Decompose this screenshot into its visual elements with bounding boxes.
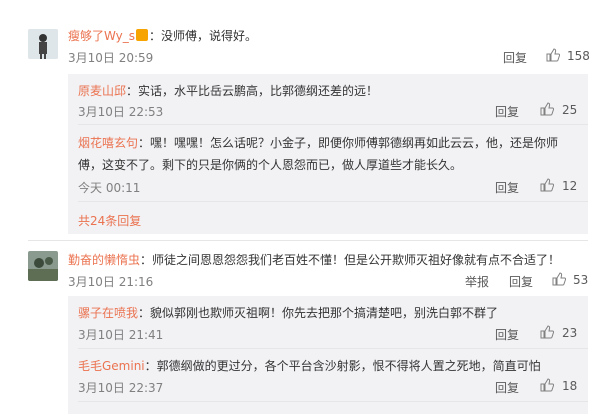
- thumbs-up-icon: [546, 48, 561, 62]
- like-button[interactable]: [546, 48, 561, 65]
- username-link[interactable]: 瘦够了Wy_s: [68, 29, 135, 43]
- like-button[interactable]: [540, 102, 555, 119]
- divider: [28, 240, 588, 241]
- reply-body: 原麦山邱：实话，水平比岳云鹏高，比郭德纲还差的远！: [78, 82, 378, 99]
- user-avatar-icon: [28, 251, 58, 281]
- reply-text: ：郭德纲做的更过分，各个平台含沙射影，恨不得将人置之死地，简直可怕: [144, 359, 541, 373]
- comment-text: ：师徒之间恩恩怨怨我们老百姓不懂！但是公开欺师灭祖好像就有点不合适了！: [140, 253, 561, 267]
- reply-button[interactable]: 回复: [495, 179, 519, 196]
- username-link[interactable]: 毛毛Gemini: [78, 359, 145, 373]
- user-avatar-icon: [28, 29, 58, 59]
- like-count: 53: [573, 273, 589, 287]
- timestamp: 3月10日 21:16: [68, 275, 154, 289]
- reply-button[interactable]: 回复: [503, 49, 527, 66]
- like-button[interactable]: [540, 178, 555, 195]
- reply-text-continued: 傅，这变不了。剩下的只是你俩的个人恩怨而已，做人厚道些才能长久。: [78, 158, 463, 172]
- thumbs-up-icon: [540, 102, 555, 116]
- username-link[interactable]: 烟花嘻玄句: [78, 136, 138, 150]
- username-link[interactable]: 原麦山邱: [78, 84, 126, 98]
- comment-body: 勤奋的懒惰虫：师徒之间恩恩怨怨我们老百姓不懂！但是公开欺师灭祖好像就有点不合适了…: [68, 251, 560, 268]
- reply-text: ：嘿！嘿嘿！怎么话呢？小金子，即便你师傅郭德纲再如此云云，他，还是你师: [138, 136, 559, 150]
- thumbs-up-icon: [540, 325, 555, 339]
- reply-text: ：实话，水平比岳云鹏高，比郭德纲还差的远！: [126, 84, 379, 98]
- divider: [78, 124, 588, 125]
- timestamp: 3月10日 22:37: [78, 381, 164, 395]
- reply-body: 骡子在喷我：貌似郭刚也欺师灭祖啊！你先去把那个搞清楚吧，别洗白郭不群了: [78, 304, 498, 321]
- reply-button[interactable]: 回复: [495, 326, 519, 343]
- like-button[interactable]: [540, 325, 555, 342]
- vip-badge-icon: [136, 29, 149, 41]
- reply-button[interactable]: 回复: [495, 103, 519, 120]
- username-link[interactable]: 骡子在喷我: [78, 306, 138, 320]
- like-count: 25: [562, 103, 578, 117]
- reply-text: ：貌似郭刚也欺师灭祖啊！你先去把那个搞清楚吧，别洗白郭不群了: [138, 306, 499, 320]
- timestamp: 3月10日 20:59: [68, 51, 154, 65]
- divider: [78, 401, 588, 402]
- reply-button[interactable]: 回复: [509, 273, 533, 290]
- reply-body: 烟花嘻玄句：嘿！嘿嘿！怎么话呢？小金子，即便你师傅郭德纲再如此云云，他，还是你师: [78, 134, 558, 151]
- thumbs-up-icon: [540, 178, 555, 192]
- avatar[interactable]: [28, 251, 58, 281]
- reply-button[interactable]: 回复: [495, 379, 519, 396]
- timestamp: 今天 00:11: [78, 181, 141, 195]
- avatar[interactable]: [28, 29, 58, 59]
- reply-body: 毛毛Gemini：郭德纲做的更过分，各个平台含沙射影，恨不得将人置之死地，简直可…: [78, 357, 541, 374]
- like-button[interactable]: [540, 378, 555, 395]
- comment-body: 瘦够了Wy_s ：没师傅，说得好。: [68, 27, 257, 44]
- more-replies-link[interactable]: 共24条回复: [78, 212, 141, 229]
- like-count: 12: [562, 179, 578, 193]
- timestamp: 3月10日 21:41: [78, 328, 164, 342]
- like-count: 158: [567, 49, 590, 63]
- timestamp: 3月10日 22:53: [78, 105, 164, 119]
- divider: [78, 348, 588, 349]
- divider: [78, 201, 588, 202]
- username-link[interactable]: 勤奋的懒惰虫: [68, 253, 140, 267]
- like-count: 23: [562, 326, 578, 340]
- thumbs-up-icon: [552, 272, 567, 286]
- thumbs-up-icon: [540, 378, 555, 392]
- report-button[interactable]: 举报: [465, 273, 489, 290]
- comment-text: ：没师傅，说得好。: [149, 29, 258, 43]
- like-button[interactable]: [552, 272, 567, 289]
- like-count: 18: [562, 379, 578, 393]
